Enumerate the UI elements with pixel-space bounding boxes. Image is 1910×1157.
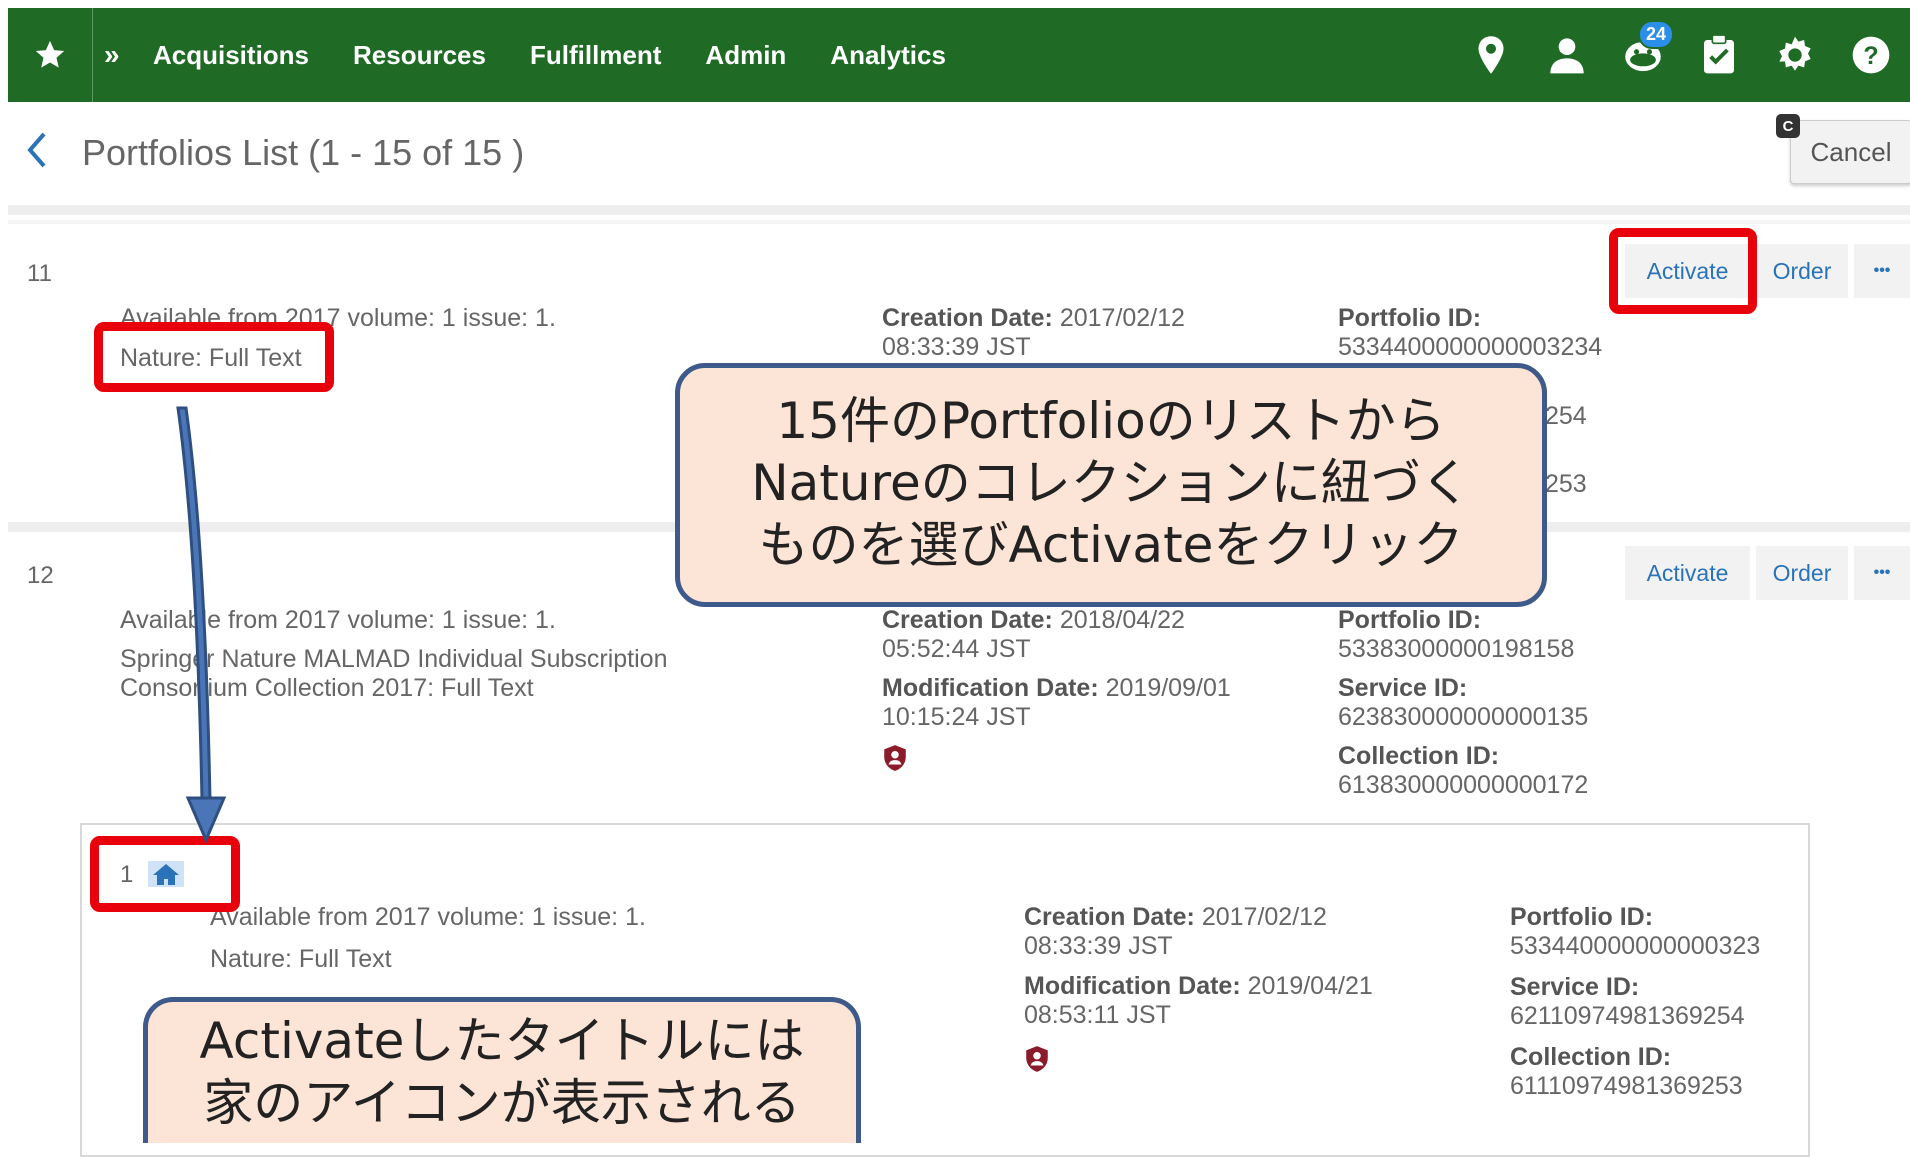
modification-time: 10:15:24 JST — [882, 703, 1031, 731]
nav-icon-group: 24 ? — [1470, 8, 1892, 102]
collection-id: 61110974981369253 — [1510, 1072, 1743, 1100]
svg-text:?: ? — [1863, 42, 1878, 70]
modification-date: Modification Date: 2019/04/21 — [1024, 972, 1373, 1000]
nav-analytics[interactable]: Analytics — [830, 40, 946, 71]
expand-menu-icon[interactable]: » — [104, 8, 134, 102]
list-separator — [8, 205, 1910, 215]
portfolio-id: 53383000000198158 — [1338, 635, 1575, 663]
main-menu: Acquisitions Resources Fulfillment Admin… — [153, 8, 946, 102]
service-id: 623830000000000135 — [1338, 703, 1589, 731]
row-number: 12 — [27, 562, 54, 589]
user-icon[interactable] — [1546, 34, 1588, 76]
creation-time: 08:33:39 JST — [882, 333, 1031, 361]
callout-line: Activateしたタイトルには — [199, 1012, 805, 1070]
collection-highlight-box — [94, 322, 334, 392]
collection-id: 253 — [1545, 470, 1587, 498]
portfolio-id-label: Portfolio ID: — [1338, 304, 1482, 332]
order-button[interactable]: Order — [1756, 546, 1848, 600]
settings-gear-icon[interactable] — [1774, 34, 1816, 76]
service-id-label: Service ID: — [1510, 973, 1640, 1001]
back-chevron-icon[interactable] — [22, 130, 52, 170]
nav-fulfillment[interactable]: Fulfillment — [530, 40, 661, 71]
instruction-callout-top: 15件のPortfolioのリストから Natureのコレクションに紐づく もの… — [675, 363, 1547, 607]
more-actions-button[interactable]: ••• — [1854, 244, 1910, 298]
collection-id-label: Collection ID: — [1338, 742, 1500, 770]
top-navigation-bar: » Acquisitions Resources Fulfillment Adm… — [8, 8, 1910, 102]
activate-highlight-box — [1609, 228, 1757, 314]
portfolio-id-label: Portfolio ID: — [1338, 606, 1482, 634]
help-icon[interactable]: ? — [1850, 34, 1892, 76]
creation-time: 05:52:44 JST — [882, 635, 1031, 663]
nav-acquisitions[interactable]: Acquisitions — [153, 40, 309, 71]
shield-icon — [1026, 1046, 1048, 1072]
portfolio-id: 533440000000000323 — [1510, 932, 1761, 960]
id-column: Portfolio ID: 533440000000000323 Service… — [1510, 825, 1800, 1151]
creation-date: Creation Date: 2018/04/22 — [882, 606, 1185, 634]
callout-line: 家のアイコンが表示される — [203, 1074, 801, 1132]
order-button[interactable]: Order — [1756, 244, 1848, 298]
callout-line: Natureのコレクションに紐づく — [751, 454, 1471, 512]
modification-date: Modification Date: 2019/09/01 — [882, 674, 1231, 702]
more-actions-button[interactable]: ••• — [1854, 546, 1910, 600]
availability-text: Available from 2017 volume: 1 issue: 1. — [210, 903, 646, 931]
notifications-icon[interactable]: 24 — [1622, 20, 1674, 76]
callout-line: 15件のPortfolioのリストから — [776, 392, 1446, 450]
portfolio-id-label: Portfolio ID: — [1510, 903, 1654, 931]
collection-name[interactable]: Nature: Full Text — [210, 945, 392, 974]
creation-date: Creation Date: 2017/02/12 — [882, 304, 1185, 332]
nav-admin[interactable]: Admin — [705, 40, 786, 71]
collection-id: 613830000000000172 — [1338, 771, 1589, 799]
list-separator — [8, 220, 1910, 224]
nav-resources[interactable]: Resources — [353, 40, 486, 71]
connector-arrow — [176, 406, 227, 844]
service-id: 62110974981369254 — [1510, 1002, 1745, 1030]
modification-time: 08:53:11 JST — [1024, 1001, 1171, 1029]
portfolio-id: 5334400000000003234 — [1338, 333, 1603, 361]
shield-icon — [884, 745, 906, 771]
creation-date: Creation Date: 2017/02/12 — [1024, 903, 1327, 931]
collection-id-label: Collection ID: — [1510, 1043, 1672, 1071]
service-id-label: Service ID: — [1338, 674, 1468, 702]
instruction-callout-bottom: Activateしたタイトルには 家のアイコンが表示される — [143, 997, 861, 1143]
row-number: 11 — [27, 260, 52, 287]
callout-line: ものを選びActivateをクリック — [758, 516, 1464, 574]
creation-time: 08:33:39 JST — [1024, 932, 1173, 960]
keyboard-shortcut-badge: C — [1776, 114, 1800, 138]
notification-count-badge: 24 — [1637, 20, 1674, 49]
activate-button[interactable]: Activate — [1625, 546, 1750, 600]
page-title: Portfolios List (1 - 15 of 15 ) — [82, 132, 525, 173]
location-pin-icon[interactable] — [1470, 34, 1512, 76]
service-id: 254 — [1545, 402, 1587, 430]
favorites-star-icon[interactable] — [8, 8, 93, 102]
tasks-clipboard-icon[interactable] — [1698, 34, 1740, 76]
cancel-button[interactable]: Cancel — [1790, 120, 1910, 184]
